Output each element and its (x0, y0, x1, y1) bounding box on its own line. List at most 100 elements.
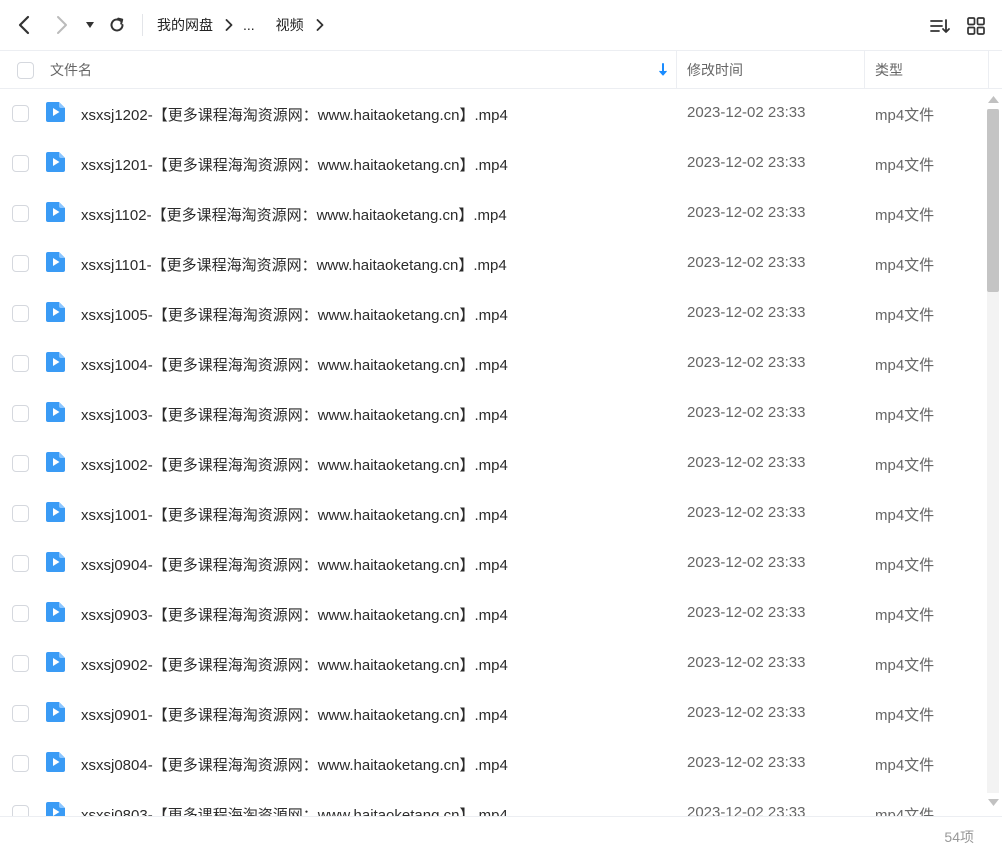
file-row-checkbox[interactable] (12, 455, 29, 472)
file-type: mp4文件 (875, 707, 935, 724)
file-row[interactable]: xsxsj1002-【更多课程海淘资源网：www.haitaoketang.cn… (0, 439, 984, 489)
file-name[interactable]: xsxsj0901-【更多课程海淘资源网：www.haitaoketang.cn… (81, 704, 508, 725)
history-dropdown-button[interactable] (80, 12, 100, 38)
file-name[interactable]: xsxsj0902-【更多课程海淘资源网：www.haitaoketang.cn… (81, 654, 508, 675)
back-button[interactable] (11, 12, 37, 38)
file-modified-time: 2023-12-02 23:33 (687, 254, 806, 271)
file-name[interactable]: xsxsj1005-【更多课程海淘资源网：www.haitaoketang.cn… (81, 304, 508, 325)
sort-descending-icon[interactable] (657, 63, 669, 77)
video-file-icon (46, 702, 65, 722)
select-all-checkbox[interactable] (17, 62, 34, 79)
file-name[interactable]: xsxsj1201-【更多课程海淘资源网：www.haitaoketang.cn… (81, 154, 508, 175)
column-header-type[interactable]: 类型 (875, 51, 987, 89)
file-row-checkbox[interactable] (12, 755, 29, 772)
file-row[interactable]: xsxsj0902-【更多课程海淘资源网：www.haitaoketang.cn… (0, 639, 984, 689)
breadcrumb-item-ellipsis[interactable]: ... (243, 17, 255, 33)
video-file-icon (46, 202, 65, 222)
file-row-checkbox[interactable] (12, 155, 29, 172)
column-header-date-label: 修改时间 (687, 62, 743, 78)
file-row-checkbox[interactable] (12, 555, 29, 572)
toolbar-divider (142, 14, 143, 36)
vertical-scrollbar[interactable] (985, 89, 1002, 816)
file-row[interactable]: xsxsj0903-【更多课程海淘资源网：www.haitaoketang.cn… (0, 589, 984, 639)
column-header-date[interactable]: 修改时间 (687, 51, 864, 89)
file-row-checkbox[interactable] (12, 605, 29, 622)
chevron-right-icon (316, 19, 324, 31)
column-divider[interactable] (676, 51, 677, 89)
file-row-checkbox[interactable] (12, 205, 29, 222)
file-modified-time: 2023-12-02 23:33 (687, 154, 806, 171)
sort-list-icon (930, 19, 950, 33)
video-file-icon (46, 652, 65, 672)
grid-view-button[interactable] (964, 14, 988, 38)
file-name[interactable]: xsxsj0804-【更多课程海淘资源网：www.haitaoketang.cn… (81, 754, 508, 775)
breadcrumb-item-current[interactable]: 视频 (276, 15, 304, 35)
column-divider[interactable] (988, 51, 989, 89)
file-row[interactable]: xsxsj0803-【更多课程海淘资源网：www.haitaoketang.cn… (0, 789, 984, 816)
file-row-checkbox[interactable] (12, 305, 29, 322)
file-row[interactable]: xsxsj0901-【更多课程海淘资源网：www.haitaoketang.cn… (0, 689, 984, 739)
sort-options-button[interactable] (928, 14, 952, 38)
column-divider[interactable] (864, 51, 865, 89)
file-row-checkbox[interactable] (12, 105, 29, 122)
scroll-down-arrow-icon[interactable] (987, 797, 1000, 809)
grid-view-icon (967, 17, 985, 35)
file-modified-time: 2023-12-02 23:33 (687, 204, 806, 221)
chevron-right-icon (57, 16, 67, 34)
file-row[interactable]: xsxsj0904-【更多课程海淘资源网：www.haitaoketang.cn… (0, 539, 984, 589)
file-type: mp4文件 (875, 757, 935, 774)
file-row[interactable]: xsxsj1003-【更多课程海淘资源网：www.haitaoketang.cn… (0, 389, 984, 439)
file-row-checkbox[interactable] (12, 255, 29, 272)
file-row-checkbox[interactable] (12, 655, 29, 672)
file-row[interactable]: xsxsj1005-【更多课程海淘资源网：www.haitaoketang.cn… (0, 289, 984, 339)
file-row-checkbox[interactable] (12, 805, 29, 816)
file-row-checkbox[interactable] (12, 355, 29, 372)
file-row[interactable]: xsxsj1202-【更多课程海淘资源网：www.haitaoketang.cn… (0, 89, 984, 139)
refresh-button[interactable] (104, 12, 130, 38)
file-type: mp4文件 (875, 157, 935, 174)
video-file-icon (46, 352, 65, 372)
scroll-up-arrow-icon[interactable] (987, 93, 1000, 105)
video-file-icon (46, 102, 65, 122)
file-row[interactable]: xsxsj1201-【更多课程海淘资源网：www.haitaoketang.cn… (0, 139, 984, 189)
file-type: mp4文件 (875, 357, 935, 374)
file-name[interactable]: xsxsj1003-【更多课程海淘资源网：www.haitaoketang.cn… (81, 404, 508, 425)
file-type: mp4文件 (875, 807, 935, 816)
column-header-name[interactable]: 文件名 (50, 51, 676, 89)
file-row[interactable]: xsxsj1102-【更多课程海淘资源网：www.haitaoketang.cn… (0, 189, 984, 239)
video-file-icon (46, 152, 65, 172)
file-name[interactable]: xsxsj1004-【更多课程海淘资源网：www.haitaoketang.cn… (81, 354, 508, 375)
file-row-checkbox[interactable] (12, 405, 29, 422)
file-row[interactable]: xsxsj0804-【更多课程海淘资源网：www.haitaoketang.cn… (0, 739, 984, 789)
forward-button[interactable] (49, 12, 75, 38)
video-file-icon (46, 752, 65, 772)
file-type: mp4文件 (875, 407, 935, 424)
file-row-checkbox[interactable] (12, 505, 29, 522)
file-row[interactable]: xsxsj1004-【更多课程海淘资源网：www.haitaoketang.cn… (0, 339, 984, 389)
file-name[interactable]: xsxsj1002-【更多课程海淘资源网：www.haitaoketang.cn… (81, 454, 508, 475)
file-name[interactable]: xsxsj0903-【更多课程海淘资源网：www.haitaoketang.cn… (81, 604, 508, 625)
list-header: 文件名 修改时间 类型 (0, 51, 1002, 89)
file-row-checkbox[interactable] (12, 705, 29, 722)
file-name[interactable]: xsxsj1101-【更多课程海淘资源网：www.haitaoketang.cn… (81, 254, 507, 275)
file-modified-time: 2023-12-02 23:33 (687, 454, 806, 471)
toolbar: 我的网盘 ... 视频 (0, 0, 1002, 51)
file-type: mp4文件 (875, 207, 935, 224)
scroll-thumb[interactable] (987, 109, 999, 292)
file-type: mp4文件 (875, 507, 935, 524)
file-row[interactable]: xsxsj1001-【更多课程海淘资源网：www.haitaoketang.cn… (0, 489, 984, 539)
file-type: mp4文件 (875, 657, 935, 674)
column-header-overflow[interactable] (997, 51, 1002, 89)
file-type: mp4文件 (875, 307, 935, 324)
item-count: 54项 (944, 829, 974, 845)
file-name[interactable]: xsxsj0904-【更多课程海淘资源网：www.haitaoketang.cn… (81, 554, 508, 575)
file-type: mp4文件 (875, 557, 935, 574)
file-name[interactable]: xsxsj0803-【更多课程海淘资源网：www.haitaoketang.cn… (81, 804, 508, 816)
file-modified-time: 2023-12-02 23:33 (687, 304, 806, 321)
file-name[interactable]: xsxsj1202-【更多课程海淘资源网：www.haitaoketang.cn… (81, 104, 508, 125)
file-row[interactable]: xsxsj1101-【更多课程海淘资源网：www.haitaoketang.cn… (0, 239, 984, 289)
file-type: mp4文件 (875, 607, 935, 624)
file-name[interactable]: xsxsj1102-【更多课程海淘资源网：www.haitaoketang.cn… (81, 204, 507, 225)
breadcrumb-item-root[interactable]: 我的网盘 (157, 15, 213, 35)
file-name[interactable]: xsxsj1001-【更多课程海淘资源网：www.haitaoketang.cn… (81, 504, 508, 525)
